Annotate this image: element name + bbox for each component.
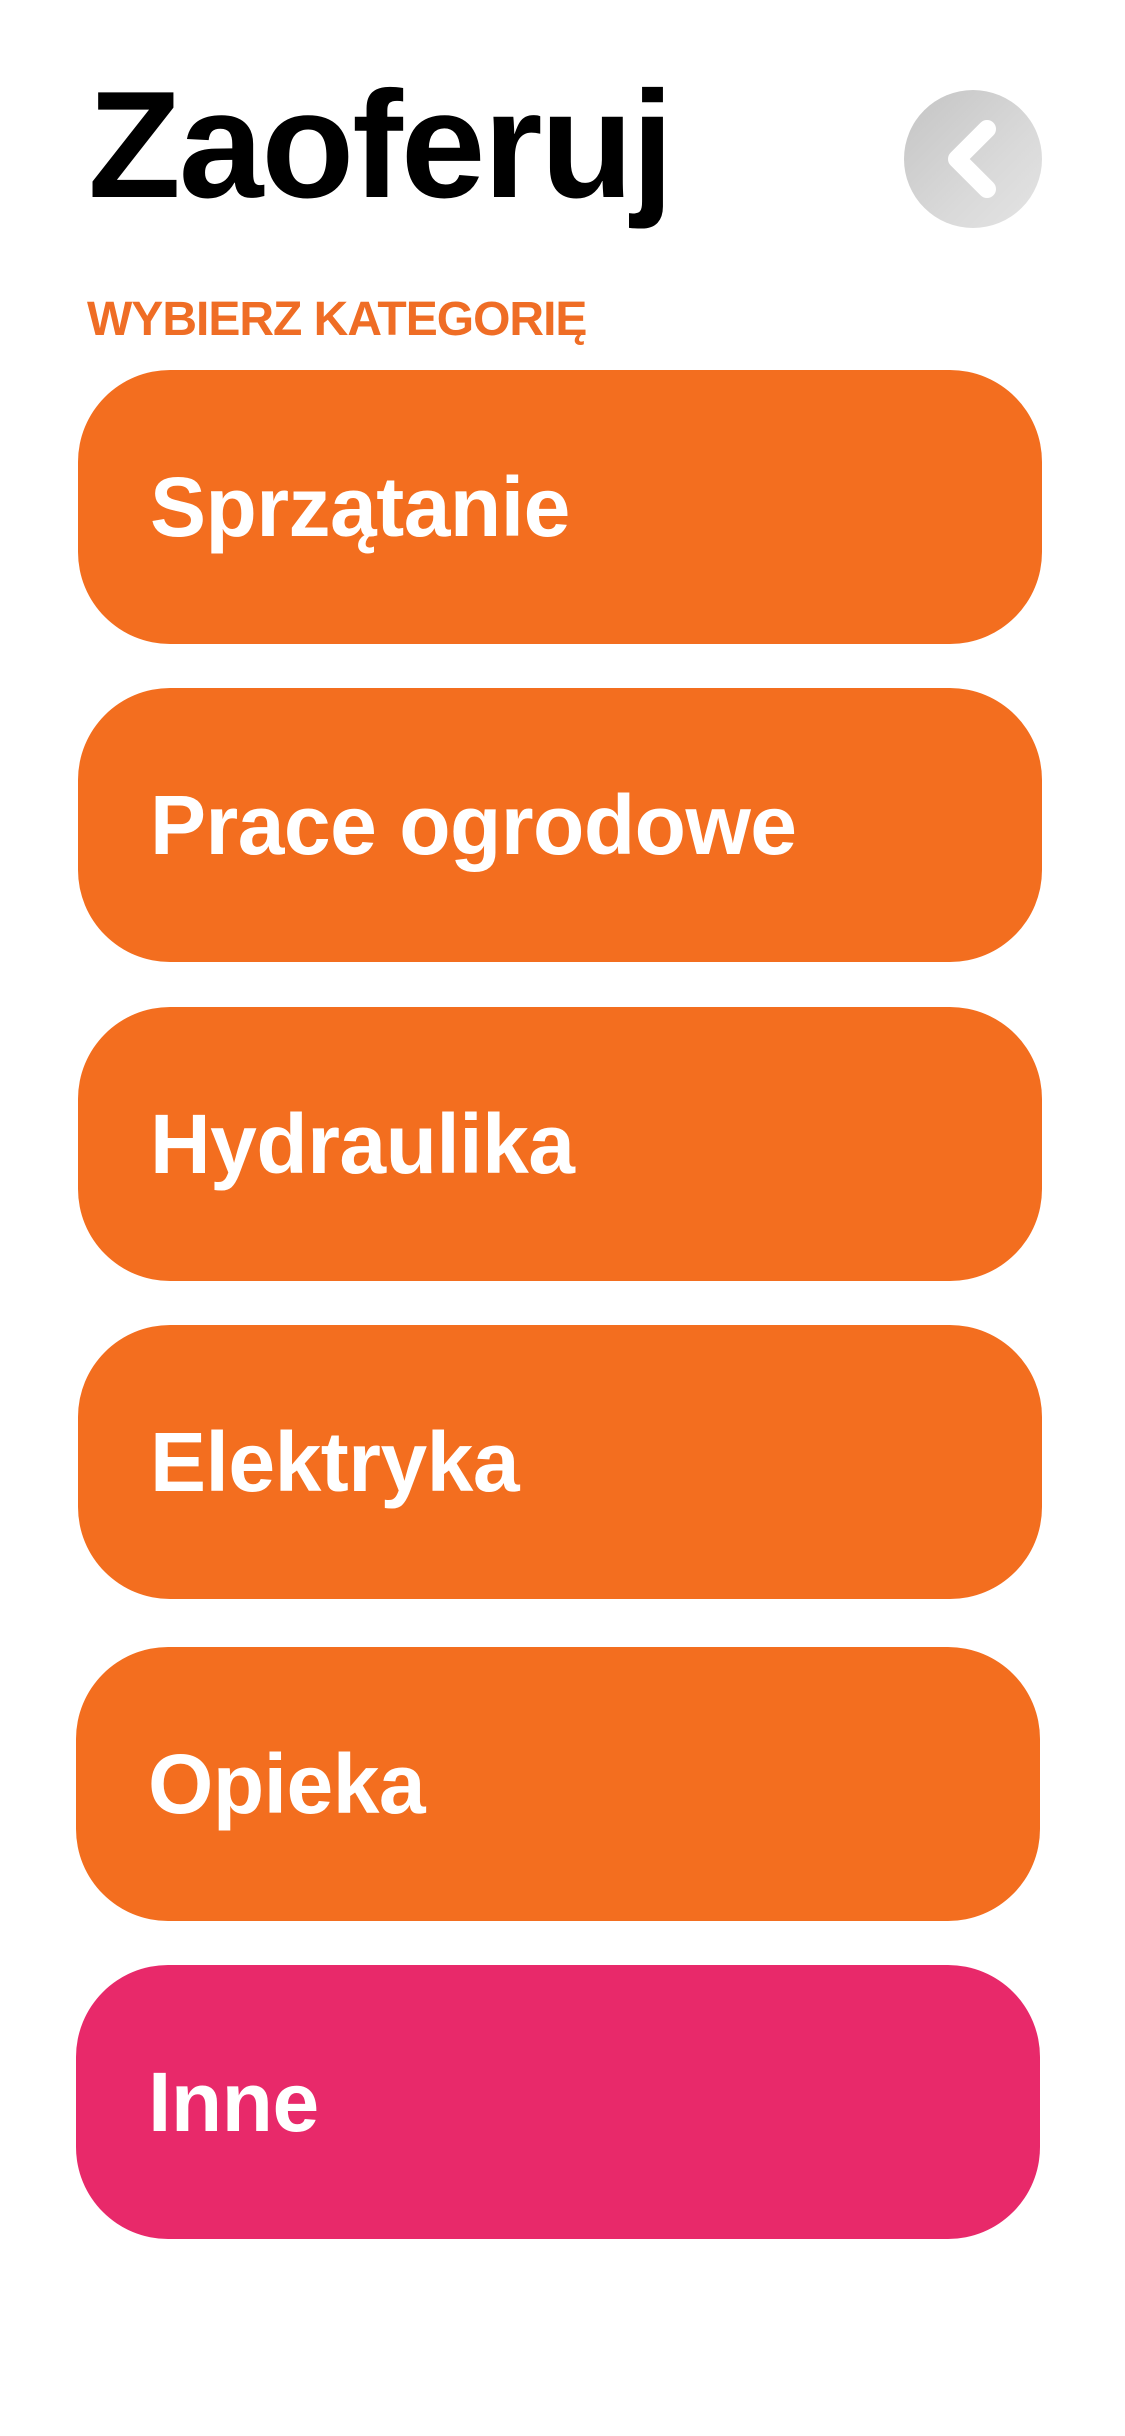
category-plumbing-button[interactable]: Hydraulika [78, 1007, 1042, 1281]
category-label: Elektryka [150, 1414, 520, 1509]
category-label: Hydraulika [150, 1096, 575, 1191]
category-care-button[interactable]: Opieka [76, 1647, 1040, 1921]
offer-category-screen: Zaoferuj WYBIERZ KATEGORIĘ Sprzątanie Pr… [0, 0, 1125, 2436]
category-other-button[interactable]: Inne [76, 1965, 1040, 2239]
category-label: Opieka [148, 1736, 426, 1831]
category-cleaning-button[interactable]: Sprzątanie [78, 370, 1042, 644]
category-label: Inne [148, 2054, 319, 2149]
category-label: Prace ogrodowe [150, 777, 797, 872]
category-gardening-button[interactable]: Prace ogrodowe [78, 688, 1042, 962]
category-list: Sprzątanie Prace ogrodowe Hydraulika Ele… [0, 0, 1125, 2436]
category-label: Sprzątanie [150, 459, 570, 554]
category-electrical-button[interactable]: Elektryka [78, 1325, 1042, 1599]
